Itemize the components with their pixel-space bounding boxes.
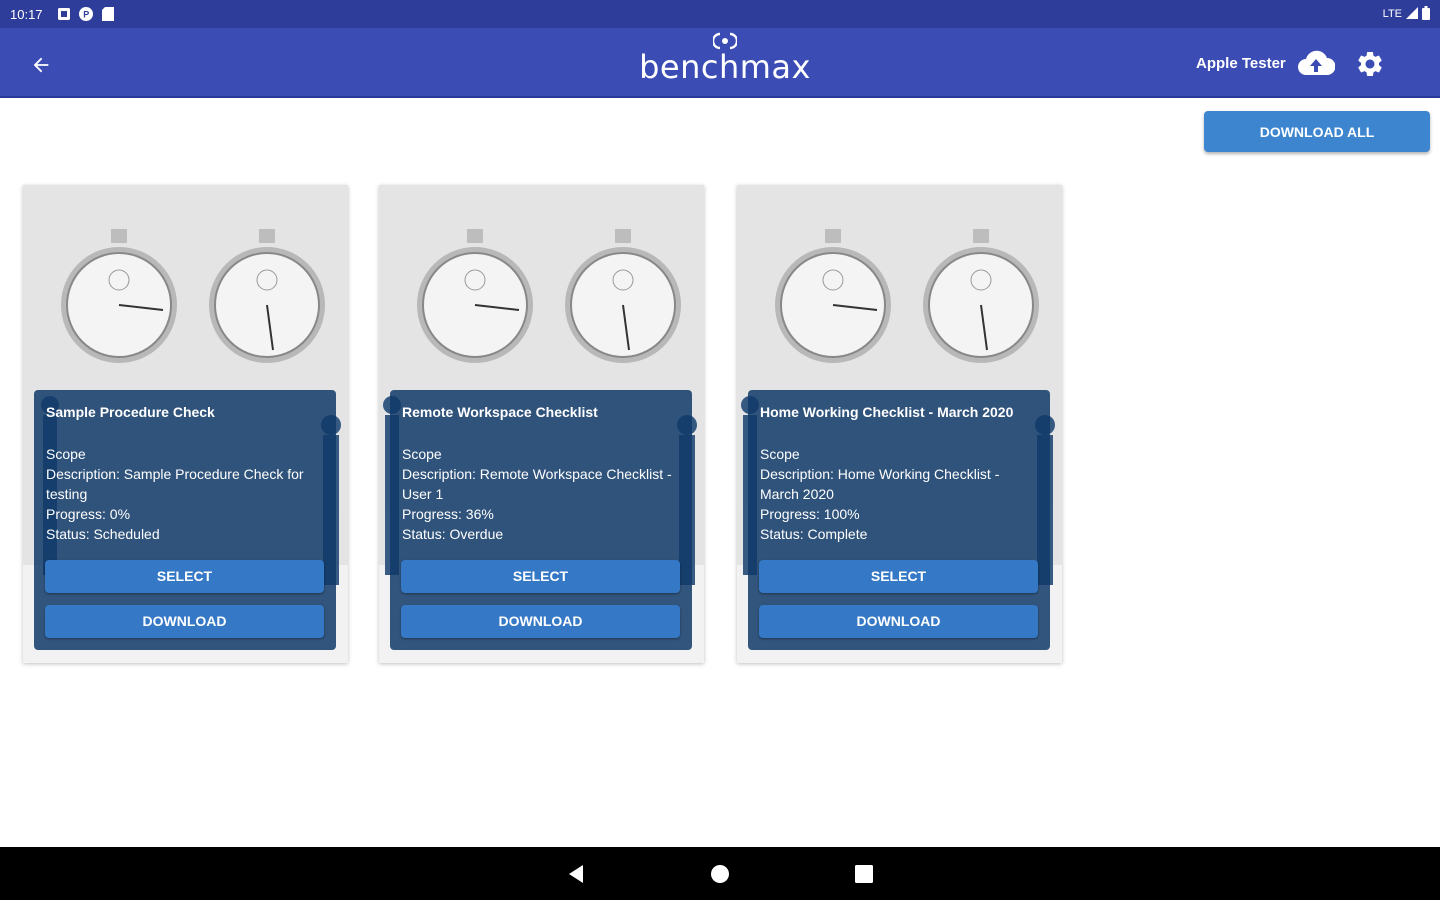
download-all-button[interactable]: DOWNLOAD ALL xyxy=(1204,111,1430,152)
status-bar: 10:17 P LTE xyxy=(0,0,1440,28)
benchmax-logo: benchmax xyxy=(620,32,830,92)
sd-card-icon xyxy=(101,7,115,21)
checklist-card: Home Working Checklist - March 2020 Scop… xyxy=(737,185,1062,663)
nav-home-button[interactable] xyxy=(707,861,733,887)
user-name: Apple Tester xyxy=(1196,55,1286,72)
card-info-panel: Sample Procedure Check Scope Description… xyxy=(34,390,336,650)
app-icon: P xyxy=(78,7,93,21)
card-title: Remote Workspace Checklist xyxy=(402,404,598,420)
download-button[interactable]: DOWNLOAD xyxy=(45,605,324,638)
status-time: 10:17 xyxy=(10,6,43,22)
download-button[interactable]: DOWNLOAD xyxy=(401,605,680,638)
app-bar: benchmax Apple Tester xyxy=(0,28,1440,98)
battery-icon xyxy=(1422,5,1430,23)
select-button[interactable]: SELECT xyxy=(45,560,324,593)
card-description: Description: Home Working Checklist - Ma… xyxy=(760,466,1000,502)
card-progress: Progress: 0% xyxy=(46,506,131,522)
circle-home-icon xyxy=(711,865,729,883)
cloud-upload-button[interactable] xyxy=(1296,46,1336,80)
nav-back-button[interactable] xyxy=(563,861,589,887)
card-scope: Scope xyxy=(760,446,800,462)
card-progress: Progress: 100% xyxy=(760,506,860,522)
select-button[interactable]: SELECT xyxy=(759,560,1038,593)
gear-icon xyxy=(1358,51,1382,76)
cloud-upload-icon xyxy=(1298,50,1335,75)
card-info-panel: Home Working Checklist - March 2020 Scop… xyxy=(748,390,1050,650)
card-status: Status: Complete xyxy=(760,526,868,542)
card-title: Home Working Checklist - March 2020 xyxy=(760,404,1014,420)
card-progress: Progress: 36% xyxy=(402,506,494,522)
select-button[interactable]: SELECT xyxy=(401,560,680,593)
card-description: Description: Remote Workspace Checklist … xyxy=(402,466,672,502)
signal-icon xyxy=(1406,6,1418,22)
brand-name: benchmax xyxy=(639,48,811,86)
nav-recents-button[interactable] xyxy=(851,861,877,887)
back-button[interactable] xyxy=(24,48,58,82)
settings-button[interactable] xyxy=(1352,46,1388,82)
checklist-card: Remote Workspace Checklist Scope Descrip… xyxy=(379,185,704,663)
checklist-card: Sample Procedure Check Scope Description… xyxy=(23,185,348,663)
card-scope: Scope xyxy=(46,446,86,462)
triangle-back-icon xyxy=(569,865,583,883)
card-status: Status: Overdue xyxy=(402,526,504,542)
arrow-back-icon xyxy=(33,57,49,73)
card-scope: Scope xyxy=(402,446,442,462)
card-info-panel: Remote Workspace Checklist Scope Descrip… xyxy=(390,390,692,650)
card-description: Description: Sample Procedure Check for … xyxy=(46,466,304,502)
card-status: Status: Scheduled xyxy=(46,526,160,542)
download-button[interactable]: DOWNLOAD xyxy=(759,605,1038,638)
notification-icon xyxy=(57,7,71,21)
system-nav-bar xyxy=(0,847,1440,900)
card-title: Sample Procedure Check xyxy=(46,404,215,420)
svg-text:P: P xyxy=(83,10,89,20)
network-type: LTE xyxy=(1382,8,1402,20)
square-recents-icon xyxy=(855,865,873,883)
status-right: LTE xyxy=(1382,5,1430,23)
